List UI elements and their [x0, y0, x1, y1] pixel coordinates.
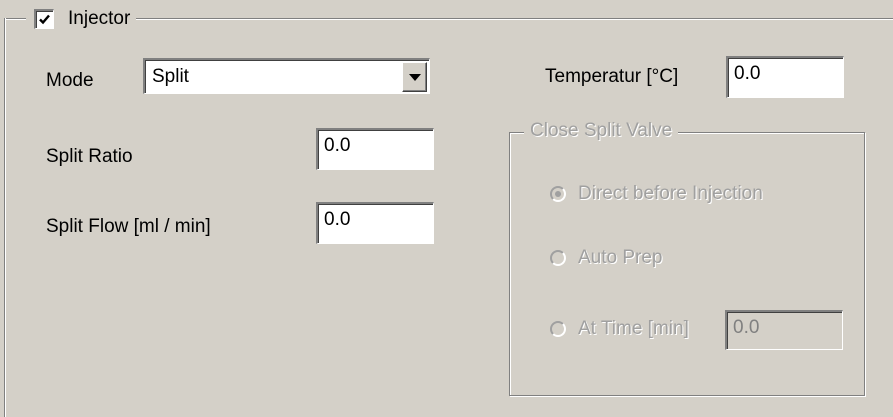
mode-label: Mode: [46, 70, 94, 91]
radio-auto-prep[interactable]: Auto Prep: [550, 247, 663, 269]
split-ratio-label: Split Ratio: [46, 146, 133, 167]
radio-button-icon[interactable]: [550, 321, 566, 337]
injector-groupbox-border-left: [4, 18, 6, 417]
injector-groupbox-border-top: [4, 18, 893, 20]
radio-direct-before-injection[interactable]: Direct before Injection: [550, 183, 763, 205]
mode-combobox-value: Split: [152, 66, 189, 87]
injector-enable-checkbox[interactable]: [34, 9, 54, 29]
radio-auto-prep-label: Auto Prep: [578, 247, 663, 268]
checkmark-icon: [39, 14, 50, 25]
temperature-label: Temperatur [°C]: [545, 66, 679, 87]
injector-groupbox-title: Injector: [68, 8, 131, 29]
mode-combobox-dropdown-button[interactable]: [402, 62, 427, 92]
chevron-down-icon: [408, 73, 421, 81]
split-ratio-input[interactable]: 0.0: [316, 128, 434, 170]
injector-groupbox-legend: Injector: [26, 6, 137, 32]
radio-at-time[interactable]: At Time [min]: [550, 318, 689, 340]
radio-direct-before-injection-label: Direct before Injection: [578, 183, 763, 204]
radio-button-icon[interactable]: [550, 186, 566, 202]
mode-combobox[interactable]: Split: [143, 58, 430, 94]
close-split-valve-title: Close Split Valve: [524, 120, 679, 142]
radio-button-icon[interactable]: [550, 250, 566, 266]
split-flow-input[interactable]: 0.0: [316, 202, 434, 244]
radio-at-time-label: At Time [min]: [578, 318, 689, 339]
split-flow-label: Split Flow [ml / min]: [46, 216, 211, 237]
at-time-input[interactable]: 0.0: [725, 310, 843, 350]
temperature-input[interactable]: 0.0: [726, 56, 844, 98]
